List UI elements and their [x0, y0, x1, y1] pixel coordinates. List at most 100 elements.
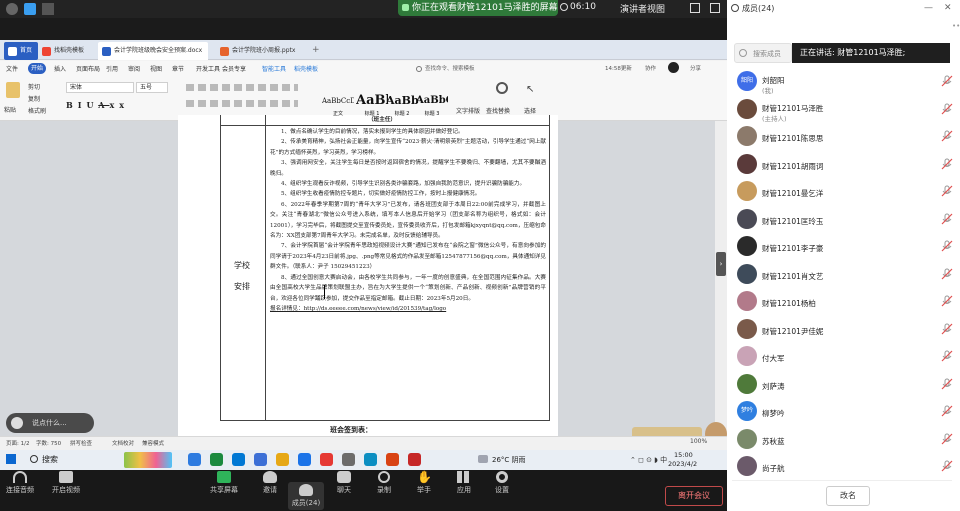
- mic-muted-icon[interactable]: [941, 158, 953, 170]
- raise-hand-button[interactable]: ✋ 举手: [406, 471, 442, 495]
- member-row[interactable]: 苏秋蓝: [733, 428, 958, 451]
- new-tab-icon[interactable]: +: [312, 45, 320, 55]
- menu-item[interactable]: 智能工具: [262, 64, 286, 73]
- cut-button[interactable]: 剪切: [28, 82, 40, 91]
- taskbar-app-icon[interactable]: [320, 453, 333, 466]
- paste-button[interactable]: 粘贴: [4, 105, 16, 114]
- member-row[interactable]: 财管12101肖文艺: [733, 263, 958, 286]
- format-painter-button[interactable]: 格式刷: [28, 106, 46, 115]
- menu-item[interactable]: 稻壳模板: [294, 64, 318, 73]
- find-icon[interactable]: [496, 82, 508, 94]
- shield-icon[interactable]: [24, 3, 36, 15]
- zoom-level[interactable]: 100%: [690, 438, 707, 445]
- audio-button[interactable]: 连接音频: [2, 471, 38, 495]
- menu-item[interactable]: 视图: [150, 64, 162, 73]
- member-row[interactable]: 财管12101马泽胜 (主持人): [733, 98, 958, 123]
- taskbar-app-icon[interactable]: [188, 453, 201, 466]
- command-search[interactable]: 查找命令、搜索模板: [415, 63, 477, 75]
- member-row[interactable]: 财管12101杨柏: [733, 290, 958, 313]
- mic-muted-icon[interactable]: [941, 130, 953, 142]
- signal-icon[interactable]: [42, 3, 54, 15]
- taskbar-search[interactable]: 搜索: [42, 454, 58, 465]
- settings-button[interactable]: 设置: [484, 471, 520, 495]
- member-row[interactable]: 财管12101李子豪: [733, 235, 958, 258]
- taskbar-app-icon[interactable]: [342, 453, 355, 466]
- avatar[interactable]: [668, 62, 679, 73]
- collaborate-button[interactable]: 协作: [645, 64, 656, 72]
- rename-button[interactable]: 改名: [826, 486, 870, 506]
- tab-template[interactable]: 找稻壳模板: [38, 42, 90, 60]
- video-button[interactable]: 开启视频: [48, 471, 84, 495]
- scroll-handle[interactable]: ›: [716, 252, 726, 276]
- view-mode-button[interactable]: 演讲者视图: [620, 2, 665, 15]
- member-row[interactable]: 财管12101尹佳妮: [733, 318, 958, 341]
- member-row[interactable]: 财管12101曼乞洋: [733, 180, 958, 203]
- member-row[interactable]: 梦吟 柳梦吟: [733, 400, 958, 423]
- member-row[interactable]: 付大军: [733, 345, 958, 368]
- font-size-select[interactable]: 五号: [136, 82, 168, 93]
- close-icon[interactable]: ✕: [944, 3, 952, 13]
- members-button[interactable]: 成员(24): [288, 482, 324, 510]
- mic-muted-icon[interactable]: [941, 378, 953, 390]
- document-page[interactable]: （班主任） 学校 安排 1、做点名确认学生的目前情况，落实未报到学生的具体原因并…: [178, 115, 558, 437]
- menu-item[interactable]: 会员专享: [222, 64, 246, 73]
- mic-muted-icon[interactable]: [941, 460, 953, 472]
- mic-muted-icon[interactable]: [941, 268, 953, 280]
- find-replace-button[interactable]: 查找替换: [486, 106, 510, 115]
- info-icon[interactable]: [6, 3, 18, 15]
- tray-icons[interactable]: ⌃ ◻ ⊙ ◗ 中: [630, 455, 667, 465]
- mic-muted-icon[interactable]: [941, 75, 953, 87]
- taskbar-app-icon[interactable]: [232, 453, 245, 466]
- menu-item[interactable]: 开发工具: [196, 64, 220, 73]
- menu-item[interactable]: 插入: [54, 64, 66, 73]
- taskbar-app-icon[interactable]: [276, 453, 289, 466]
- more-icon[interactable]: •••: [952, 22, 960, 30]
- menu-item[interactable]: 章节: [172, 64, 184, 73]
- member-row[interactable]: 财管12101陈思思: [733, 125, 958, 148]
- taskbar-app-icon[interactable]: [386, 453, 399, 466]
- style-option[interactable]: AaBbCcDc 正文: [322, 92, 354, 118]
- vertical-scrollbar[interactable]: [715, 121, 727, 436]
- menu-item[interactable]: 页面布局: [76, 64, 100, 73]
- style-option[interactable]: AaBbC 标题 2: [386, 92, 418, 118]
- mic-muted-icon[interactable]: [941, 433, 953, 445]
- taskbar-app-icon[interactable]: [254, 453, 267, 466]
- mic-muted-icon[interactable]: [941, 103, 953, 115]
- menu-item[interactable]: 文件: [6, 64, 18, 73]
- leave-meeting-button[interactable]: 离开会议: [665, 486, 723, 506]
- chat-button[interactable]: 聊天: [326, 471, 362, 495]
- style-option[interactable]: AaBb 标题 1: [356, 92, 388, 118]
- menu-item[interactable]: 开始: [28, 63, 47, 74]
- screen-share-banner[interactable]: 你正在观看财管12101马泽胜的屏幕: [398, 0, 558, 16]
- tab-docx[interactable]: 会计学院班级晚会安全预案.docx: [98, 42, 209, 60]
- member-row[interactable]: 韶阳 刘韶阳 (我): [733, 70, 958, 95]
- invite-button[interactable]: 邀请: [252, 471, 288, 495]
- text-tools-button[interactable]: 文字排版: [456, 106, 480, 115]
- windows-start-icon[interactable]: [6, 454, 16, 464]
- apps-button[interactable]: 应用: [446, 471, 482, 495]
- member-row[interactable]: 财管12101匡玲玉: [733, 208, 958, 231]
- menu-item[interactable]: 引用: [106, 64, 118, 73]
- font-name-select[interactable]: 宋体: [66, 82, 134, 93]
- share-button[interactable]: 分享: [690, 64, 701, 72]
- select-button[interactable]: 选择: [524, 106, 536, 115]
- menu-item[interactable]: 审阅: [128, 64, 140, 73]
- mic-muted-icon[interactable]: [941, 405, 953, 417]
- taskbar-app-icon[interactable]: [364, 453, 377, 466]
- tab-home[interactable]: 首页: [4, 42, 39, 60]
- weather-status[interactable]: 26°C 阴雨: [492, 455, 526, 465]
- fullscreen-icon[interactable]: [690, 3, 700, 13]
- mic-muted-icon[interactable]: [941, 185, 953, 197]
- taskbar-app-icon[interactable]: [408, 453, 421, 466]
- minimize-icon[interactable]: —: [924, 3, 933, 13]
- taskbar-app-icon[interactable]: [298, 453, 311, 466]
- member-row[interactable]: 尚子航: [733, 455, 958, 478]
- style-option[interactable]: AaBbC 标题 3: [416, 92, 448, 118]
- member-row[interactable]: 财管12101胡雨词: [733, 153, 958, 176]
- paragraph-tools[interactable]: [186, 82, 306, 116]
- mic-muted-icon[interactable]: [941, 295, 953, 307]
- format-buttons[interactable]: BIUAxx: [66, 100, 129, 110]
- paste-icon[interactable]: [6, 82, 20, 98]
- arrangement-text[interactable]: 1、做点名确认学生的目前情况，落实未报到学生的具体原因并做好登记。 2、传承美育精…: [270, 127, 546, 423]
- mic-muted-icon[interactable]: [941, 350, 953, 362]
